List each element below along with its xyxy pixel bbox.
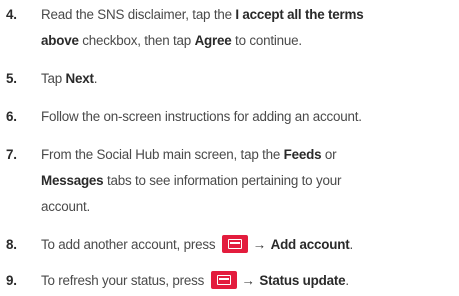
step-text: To add another account, press → Add acco… [41, 232, 459, 258]
step-number: 5. [6, 71, 17, 86]
step-line: To refresh your status, press → Status u… [41, 268, 459, 294]
step-text: To refresh your status, press → Status u… [41, 268, 459, 294]
bold-term: Next [65, 71, 94, 86]
bold-term: above [41, 33, 79, 48]
bold-term: Status update [259, 273, 346, 288]
text-run: To refresh your status, press [41, 273, 208, 288]
text-run: checkbox, then tap [78, 33, 195, 48]
step-5: 5. Tap Next. [0, 66, 459, 92]
step-6: 6. Follow the on-screen instructions for… [0, 104, 459, 130]
text-run: account. [41, 199, 91, 214]
text-run: Follow the on-screen instructions for ad… [41, 109, 362, 124]
text-run: Read the SNS disclaimer, tap the [41, 7, 236, 22]
bold-term: Add account [270, 237, 350, 252]
step-number: 7. [6, 147, 17, 162]
step-line: Read the SNS disclaimer, tap the I accep… [41, 2, 459, 28]
text-run: . [349, 237, 354, 252]
text-run: Tap [41, 71, 66, 86]
text-run: To add another account, press [41, 237, 219, 252]
menu-key-icon [210, 271, 237, 289]
step-line: above checkbox, then tap Agree to contin… [41, 28, 459, 54]
step-number: 6. [6, 109, 17, 124]
arrow-icon: → [252, 237, 267, 252]
step-line: Messages tabs to see information pertain… [41, 168, 459, 194]
step-9: 9. To refresh your status, press → Statu… [0, 268, 459, 294]
step-line: Tap Next. [41, 66, 459, 92]
step-number: 8. [6, 237, 17, 252]
bold-term: Feeds [283, 147, 322, 162]
bold-term: Messages [41, 173, 104, 188]
step-number: 4. [6, 7, 17, 22]
step-8: 8. To add another account, press → Add a… [0, 232, 459, 258]
step-line: account. [41, 194, 459, 220]
step-number: 9. [6, 273, 17, 288]
step-4: 4. Read the SNS disclaimer, tap the I ac… [0, 2, 459, 54]
text-run: . [93, 71, 98, 86]
step-text: Tap Next. [41, 66, 459, 92]
text-run: to continue. [231, 33, 302, 48]
step-line: Follow the on-screen instructions for ad… [41, 104, 459, 130]
step-line: To add another account, press → Add acco… [41, 232, 459, 258]
step-text: Read the SNS disclaimer, tap the I accep… [41, 2, 459, 54]
text-run: or [321, 147, 337, 162]
step-text: Follow the on-screen instructions for ad… [41, 104, 459, 130]
bold-term: Agree [194, 33, 232, 48]
step-line: From the Social Hub main screen, tap the… [41, 142, 459, 168]
text-run: tabs to see information pertaining to yo… [103, 173, 342, 188]
arrow-icon: → [241, 273, 255, 288]
menu-key-icon [221, 235, 248, 253]
text-run: From the Social Hub main screen, tap the [41, 147, 284, 162]
bold-term: I accept all the terms [235, 7, 364, 22]
text-run: . [345, 273, 349, 288]
step-7: 7. From the Social Hub main screen, tap … [0, 142, 459, 220]
step-text: From the Social Hub main screen, tap the… [41, 142, 459, 220]
